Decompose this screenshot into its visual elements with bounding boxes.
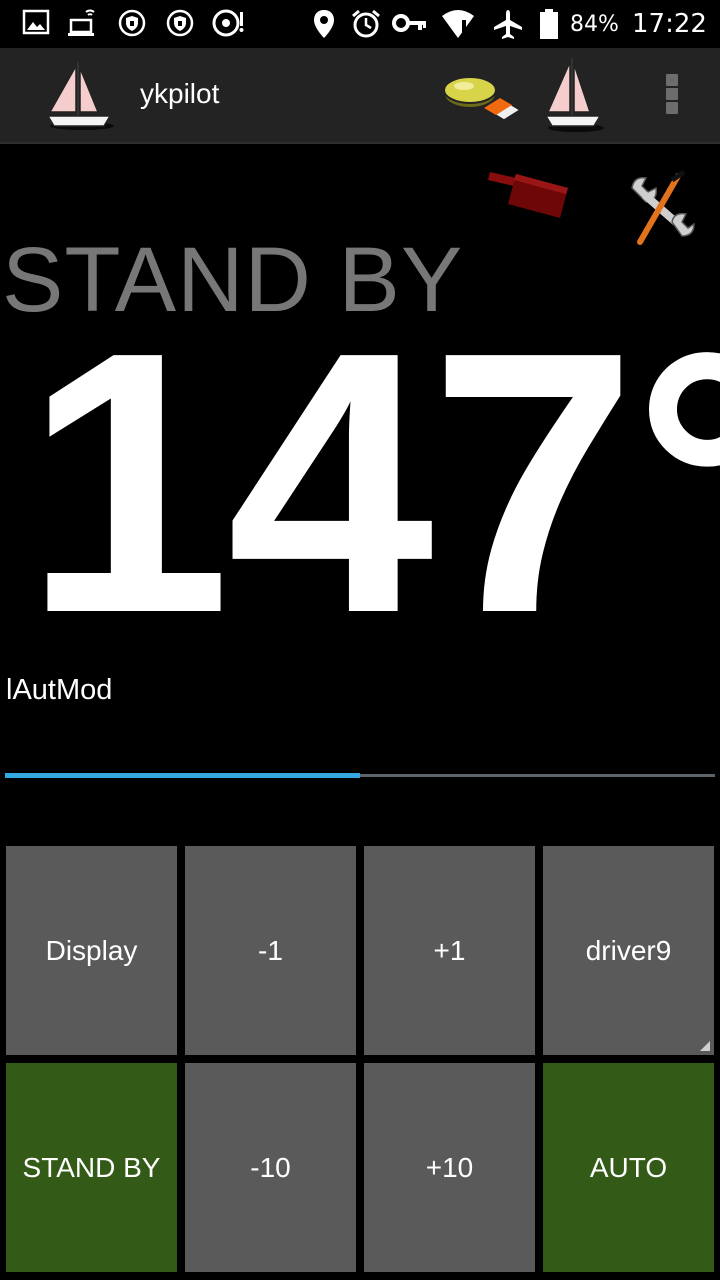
clock: 17:22 [632, 9, 707, 39]
sub-label: lAutMod [6, 674, 113, 706]
slider-fill [5, 773, 360, 778]
tools-icon[interactable] [622, 166, 702, 246]
dropdown-corner-icon [700, 1041, 710, 1051]
sailboat-icon[interactable] [40, 56, 120, 136]
driver-button[interactable]: driver9 [543, 846, 714, 1055]
app-title: ykpilot [140, 78, 220, 109]
minus-one-button[interactable]: -1 [185, 846, 356, 1055]
vpn-shield-icon [166, 9, 194, 37]
alarm-icon [352, 9, 380, 38]
display-button[interactable]: Display [6, 846, 177, 1055]
sailboat-icon[interactable] [540, 54, 606, 136]
remote-pc-icon [68, 9, 95, 36]
seek-slider[interactable] [5, 760, 715, 792]
battery-percent: 84% [570, 12, 619, 37]
wifi-icon [442, 10, 474, 38]
driver-button-label: driver9 [585, 934, 672, 966]
button-grid: Display -1 +1 driver9 STAND BY -10 +10 A… [6, 846, 714, 1274]
compass-icon[interactable] [440, 68, 524, 128]
gallery-icon [22, 9, 50, 35]
auto-button[interactable]: AUTO [543, 1063, 714, 1272]
plus-ten-button[interactable]: +10 [364, 1063, 535, 1272]
location-pin-icon [314, 10, 334, 38]
mode-label: STAND BY [2, 229, 464, 331]
disc-icon [212, 9, 244, 37]
airplane-icon [494, 10, 522, 39]
heading-display: 147° [0, 320, 720, 650]
heading-value: 147° [24, 320, 720, 650]
minus-ten-button[interactable]: -10 [185, 1063, 356, 1272]
plus-one-button[interactable]: +1 [364, 846, 535, 1055]
battery-icon [540, 9, 558, 39]
status-bar: 84% 17:22 [0, 0, 720, 48]
plug-icon[interactable] [486, 162, 572, 220]
overflow-menu-icon[interactable] [660, 72, 684, 120]
vpn-shield-icon [118, 9, 146, 37]
action-bar: ykpilot [0, 48, 720, 144]
stand-by-button[interactable]: STAND BY [6, 1063, 177, 1272]
key-icon [392, 14, 426, 32]
